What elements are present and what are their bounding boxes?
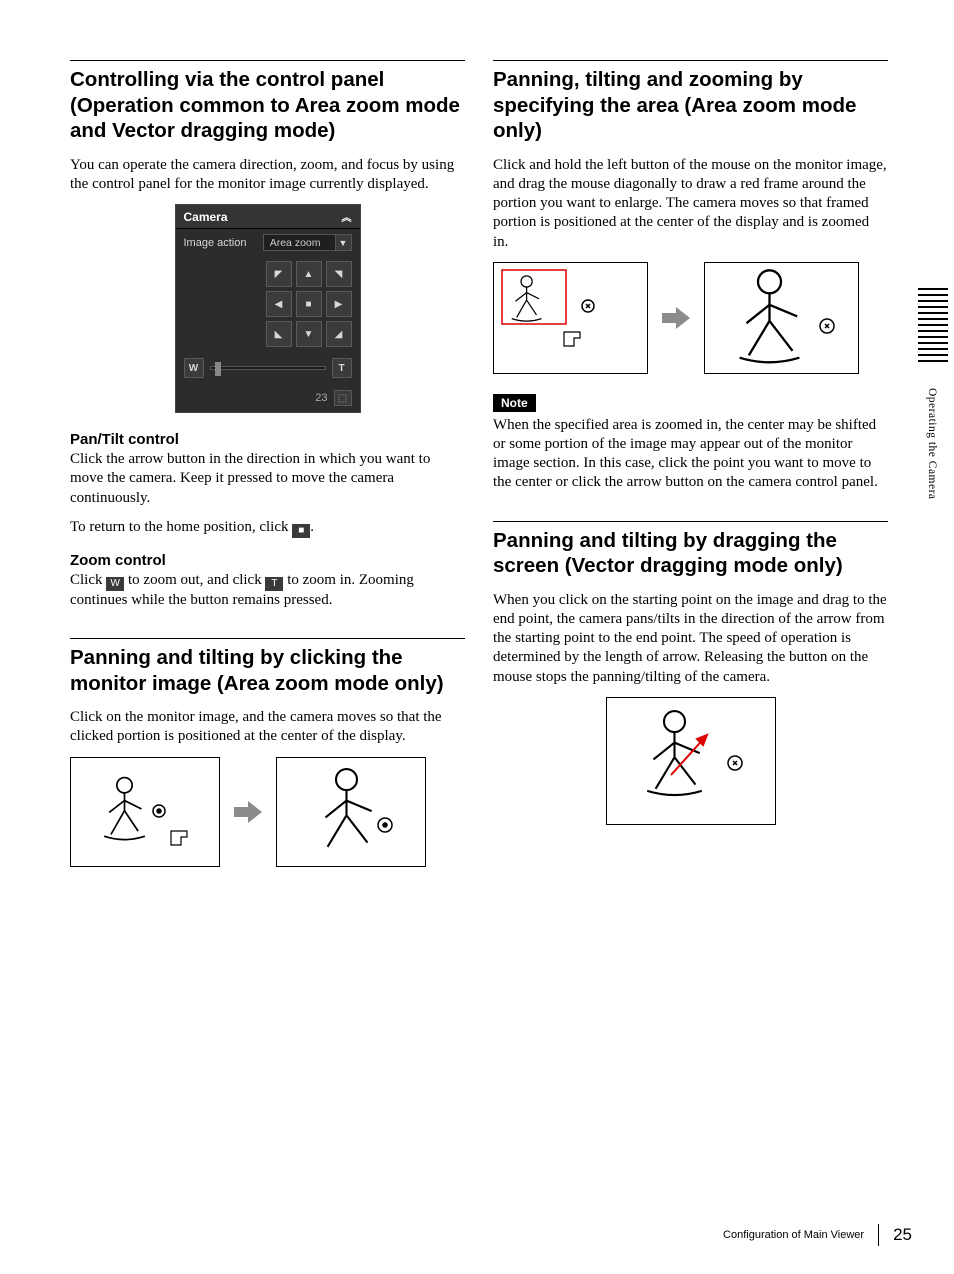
heading-control-panel: Controlling via the control panel (Opera… bbox=[70, 67, 465, 144]
zoom-out-button[interactable]: W bbox=[184, 358, 204, 378]
pan-tilt-dpad: ◤ ▲ ◥ ◀ ■ ▶ ◣ ▼ ◢ bbox=[266, 261, 352, 347]
right-column: Panning, tilting and zooming by specifyi… bbox=[493, 60, 888, 887]
dpad-up-left[interactable]: ◤ bbox=[266, 261, 292, 287]
status-value: 23 bbox=[315, 392, 327, 404]
left-column: Controlling via the control panel (Opera… bbox=[70, 60, 465, 887]
para-area-zoom: Click and hold the left button of the mo… bbox=[493, 156, 888, 252]
t-icon: T bbox=[265, 577, 283, 591]
para-control-panel: You can operate the camera direction, zo… bbox=[70, 156, 465, 194]
dpad-left[interactable]: ◀ bbox=[266, 291, 292, 317]
diagram-click-to-center bbox=[70, 757, 465, 867]
page-number: 25 bbox=[893, 1225, 912, 1245]
footer-text: Configuration of Main Viewer bbox=[723, 1229, 864, 1241]
arrow-right-icon bbox=[234, 801, 262, 823]
dpad-up[interactable]: ▲ bbox=[296, 261, 322, 287]
dpad-down-right[interactable]: ◢ bbox=[326, 321, 352, 347]
collapse-icon[interactable]: ︽ bbox=[342, 209, 352, 224]
para-click-monitor: Click on the monitor image, and the came… bbox=[70, 708, 465, 746]
para-pan-tilt: Click the arrow button in the direction … bbox=[70, 450, 465, 508]
para-home-position: To return to the home position, click ■. bbox=[70, 518, 465, 538]
diagram-area-zoom bbox=[493, 262, 888, 374]
zoom-slider[interactable] bbox=[210, 366, 326, 370]
para-zoom-control: Click W to zoom out, and click T to zoom… bbox=[70, 571, 465, 610]
dpad-down[interactable]: ▼ bbox=[296, 321, 322, 347]
status-icon[interactable]: ⬚ bbox=[334, 390, 352, 406]
para-vector-drag: When you click on the starting point on … bbox=[493, 591, 888, 687]
page-footer: Configuration of Main Viewer 25 bbox=[723, 1224, 912, 1246]
arrow-right-icon bbox=[662, 307, 690, 329]
image-action-label: Image action bbox=[184, 237, 247, 249]
player-before-icon bbox=[71, 757, 219, 867]
zoom-in-button[interactable]: T bbox=[332, 358, 352, 378]
dpad-down-left[interactable]: ◣ bbox=[266, 321, 292, 347]
dpad-home[interactable]: ■ bbox=[296, 291, 322, 317]
heading-vector-drag: Panning and tilting by dragging the scre… bbox=[493, 528, 888, 579]
sub-pan-tilt: Pan/Tilt control bbox=[70, 431, 465, 448]
w-icon: W bbox=[106, 577, 124, 591]
player-drag-icon bbox=[607, 697, 775, 825]
mode-value: Area zoom bbox=[264, 237, 335, 249]
note-label: Note bbox=[493, 394, 536, 412]
sub-zoom-control: Zoom control bbox=[70, 552, 465, 569]
player-select-icon bbox=[494, 262, 647, 374]
dpad-right[interactable]: ▶ bbox=[326, 291, 352, 317]
side-tab-label: Operating the Camera bbox=[926, 388, 938, 500]
heading-click-monitor: Panning and tilting by clicking the moni… bbox=[70, 645, 465, 696]
side-index-bars bbox=[918, 288, 948, 366]
player-after-icon bbox=[277, 757, 425, 867]
player-zoomed-icon bbox=[705, 262, 858, 374]
mode-dropdown[interactable]: Area zoom ▼ bbox=[263, 234, 352, 251]
home-icon: ■ bbox=[292, 524, 310, 538]
heading-area-zoom: Panning, tilting and zooming by specifyi… bbox=[493, 67, 888, 144]
para-note: When the specified area is zoomed in, th… bbox=[493, 416, 888, 493]
camera-panel-title: Camera bbox=[184, 210, 228, 224]
camera-control-panel: Camera ︽ Image action Area zoom ▼ ◤ ▲ ◥ bbox=[175, 204, 361, 413]
dropdown-arrow-icon[interactable]: ▼ bbox=[335, 235, 351, 250]
diagram-vector-drag bbox=[606, 697, 776, 825]
dpad-up-right[interactable]: ◥ bbox=[326, 261, 352, 287]
